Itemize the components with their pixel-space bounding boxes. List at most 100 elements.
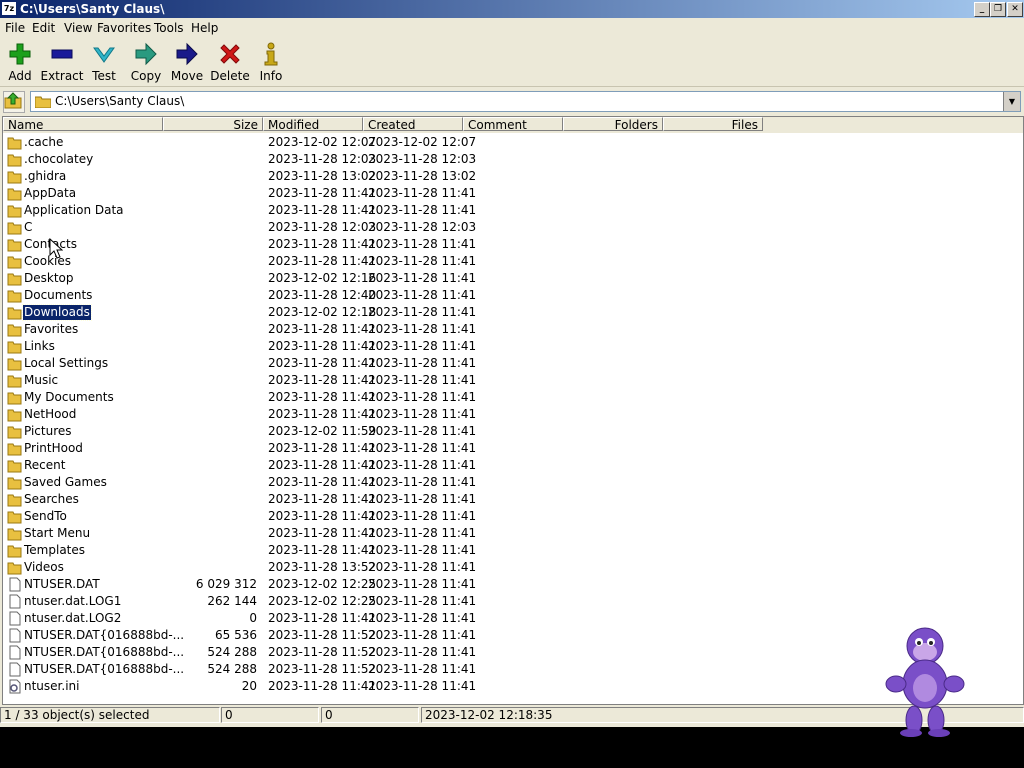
file-row[interactable]: ntuser.dat.LOG2 0 2023-11-28 11:41 2023-11-… xyxy=(3,610,1023,627)
file-name: Music xyxy=(24,373,59,387)
file-name: NetHood xyxy=(24,407,77,421)
title-bar[interactable]: 7z C:\Users\Santy Claus\ _ ❐ ✕ xyxy=(0,0,1024,18)
file-row[interactable]: PrintHood 2023-11-28 11:41 2023-11-28 11:4… xyxy=(3,440,1023,457)
menu-tools[interactable]: Tools xyxy=(154,21,184,35)
folder-icon xyxy=(7,494,22,507)
settings-file-icon xyxy=(9,679,21,694)
file-created: 2023-11-28 11:41 xyxy=(368,679,477,693)
file-size: 262 144 xyxy=(207,594,257,608)
file-size: 524 288 xyxy=(207,645,257,659)
mouse-cursor-icon xyxy=(49,238,63,259)
address-combobox[interactable]: C:\Users\Santy Claus\ ▼ xyxy=(30,91,1021,112)
file-row[interactable]: Contacts2023-11-28 11:412023-11-28 11:41 xyxy=(3,236,1023,253)
folder-icon xyxy=(35,96,51,108)
menu-help[interactable]: Help xyxy=(191,21,218,35)
file-row[interactable]: Documents 2023-11-28 12:40 2023-11-28 11:4… xyxy=(3,287,1023,304)
file-created: 2023-11-28 11:41 xyxy=(368,322,477,336)
file-row[interactable]: Cookies 2023-11-28 11:41 2023-11-28 11:41 xyxy=(3,253,1023,270)
column-files[interactable]: Files xyxy=(663,117,763,131)
file-row[interactable]: Favorites 2023-11-28 11:41 2023-11-28 11:4… xyxy=(3,321,1023,338)
file-name: Cookies xyxy=(24,254,71,268)
file-row[interactable]: .ghidra 2023-11-28 13:02 2023-11-28 13:02 xyxy=(3,168,1023,185)
file-row[interactable]: NTUSER.DAT{016888bd-... 524 288 2023-11-28… xyxy=(3,644,1023,661)
file-modified: 2023-11-28 11:41 xyxy=(268,186,377,200)
file-row[interactable]: C 2023-11-28 12:03 2023-11-28 12:03 xyxy=(3,219,1023,236)
menu-favorites[interactable]: Favorites xyxy=(97,21,151,35)
file-modified: 2023-12-02 12:07 xyxy=(268,135,377,149)
column-folders[interactable]: Folders xyxy=(563,117,663,131)
file-name: PrintHood xyxy=(24,441,83,455)
file-size: 0 xyxy=(249,611,257,625)
folder-icon xyxy=(7,358,22,371)
file-modified: 2023-11-28 11:41 xyxy=(268,441,377,455)
file-row[interactable]: Saved Games 2023-11-28 11:41 2023-11-28 11… xyxy=(3,474,1023,491)
file-row[interactable]: Music 2023-11-28 11:41 2023-11-28 11:41 xyxy=(3,372,1023,389)
file-row[interactable]: Desktop 2023-12-02 12:16 2023-11-28 11:41 xyxy=(3,270,1023,287)
menu-bar: File Edit View Favorites Tools Help xyxy=(0,18,1024,38)
file-row[interactable]: NTUSER.DAT{016888bd-... 524 288 2023-11-28… xyxy=(3,661,1023,678)
column-comment[interactable]: Comment xyxy=(463,117,563,131)
file-row[interactable]: Templates 2023-11-28 11:41 2023-11-28 11:4… xyxy=(3,542,1023,559)
file-name: Desktop xyxy=(24,271,74,285)
copy-arrow-icon xyxy=(135,42,157,66)
file-created: 2023-12-02 12:07 xyxy=(368,135,477,149)
file-row[interactable]: .cache 2023-12-02 12:07 2023-12-02 12:07 xyxy=(3,134,1023,151)
column-name[interactable]: Name xyxy=(3,117,163,131)
file-row[interactable]: ntuser.ini 20 2023-11-28 11:41 2023-11-28 1… xyxy=(3,678,1023,695)
file-size: 6 029 312 xyxy=(195,577,257,591)
extract-button[interactable]: Extract xyxy=(38,42,86,84)
parent-folder-button[interactable] xyxy=(3,91,25,113)
delete-x-icon xyxy=(220,44,240,64)
file-row[interactable]: .chocolatey 2023-11-28 12:03 2023-11-28 12… xyxy=(3,151,1023,168)
plus-icon xyxy=(9,43,31,65)
menu-view[interactable]: View xyxy=(64,21,92,35)
file-created: 2023-11-28 11:41 xyxy=(368,373,477,387)
file-row[interactable]: Recent 2023-11-28 11:41 2023-11-28 11:41 xyxy=(3,457,1023,474)
file-modified: 2023-11-28 11:41 xyxy=(268,458,377,472)
file-modified: 2023-11-28 11:41 xyxy=(268,526,377,540)
file-icon xyxy=(9,611,21,626)
file-icon xyxy=(9,577,21,592)
file-name: Recent xyxy=(24,458,66,472)
menu-file[interactable]: File xyxy=(5,21,25,35)
bonzi-buddy-purple-gorilla[interactable] xyxy=(884,622,966,738)
move-button[interactable]: Move xyxy=(163,42,211,84)
close-button[interactable]: ✕ xyxy=(1007,2,1023,17)
menu-edit[interactable]: Edit xyxy=(32,21,55,35)
info-button[interactable]: Info xyxy=(247,42,295,84)
file-row[interactable]: Downloads 2023-12-02 12:18 2023-11-28 11:4… xyxy=(3,304,1023,321)
test-button[interactable]: Test xyxy=(80,42,128,84)
file-size: 65 536 xyxy=(215,628,257,642)
minimize-button[interactable]: _ xyxy=(974,2,990,17)
file-row[interactable]: NTUSER.DAT 6 029 312 2023-12-02 12:25 2023-… xyxy=(3,576,1023,593)
file-row[interactable]: My Documents 2023-11-28 11:41 2023-11-28 1… xyxy=(3,389,1023,406)
folder-icon xyxy=(7,477,22,490)
file-name: My Documents xyxy=(24,390,114,404)
file-row[interactable]: Pictures 2023-12-02 11:59 2023-11-28 11:41 xyxy=(3,423,1023,440)
restore-button[interactable]: ❐ xyxy=(990,2,1006,17)
file-row[interactable]: AppData 2023-11-28 11:41 2023-11-28 11:41 xyxy=(3,185,1023,202)
file-row[interactable]: SendTo 2023-11-28 11:41 2023-11-28 11:41 xyxy=(3,508,1023,525)
file-name: NTUSER.DAT{016888bd-... xyxy=(24,662,185,676)
file-created: 2023-11-28 11:41 xyxy=(368,526,477,540)
file-row[interactable]: ntuser.dat.LOG1 262 144 2023-12-02 12:25 20… xyxy=(3,593,1023,610)
file-row[interactable]: Links 2023-11-28 11:41 2023-11-28 11:41 xyxy=(3,338,1023,355)
file-row[interactable]: Videos 2023-11-28 13:52 2023-11-28 11:41 xyxy=(3,559,1023,576)
file-row[interactable]: Local Settings 2023-11-28 11:41 2023-11-28… xyxy=(3,355,1023,372)
file-row[interactable]: Application Data 2023-11-28 11:41 2023-11-… xyxy=(3,202,1023,219)
column-size[interactable]: Size xyxy=(163,117,263,131)
column-created[interactable]: Created xyxy=(363,117,463,131)
file-list[interactable]: Name Size Modified Created Comment Folde… xyxy=(2,116,1024,705)
file-row[interactable]: NetHood 2023-11-28 11:41 2023-11-28 11:41 xyxy=(3,406,1023,423)
file-name: Application Data xyxy=(24,203,124,217)
file-created: 2023-11-28 11:41 xyxy=(368,560,477,574)
file-icon xyxy=(9,594,21,609)
file-name: ntuser.ini xyxy=(24,679,80,693)
file-row[interactable]: NTUSER.DAT{016888bd-... 65 536 2023-11-28 … xyxy=(3,627,1023,644)
column-modified[interactable]: Modified xyxy=(263,117,363,131)
address-dropdown-arrow[interactable]: ▼ xyxy=(1003,92,1020,111)
status-packed-size: 0 xyxy=(321,707,419,723)
file-modified: 2023-12-02 11:59 xyxy=(268,424,377,438)
file-row[interactable]: Start Menu 2023-11-28 11:41 2023-11-28 11:… xyxy=(3,525,1023,542)
file-row[interactable]: Searches 2023-11-28 11:41 2023-11-28 11:41 xyxy=(3,491,1023,508)
